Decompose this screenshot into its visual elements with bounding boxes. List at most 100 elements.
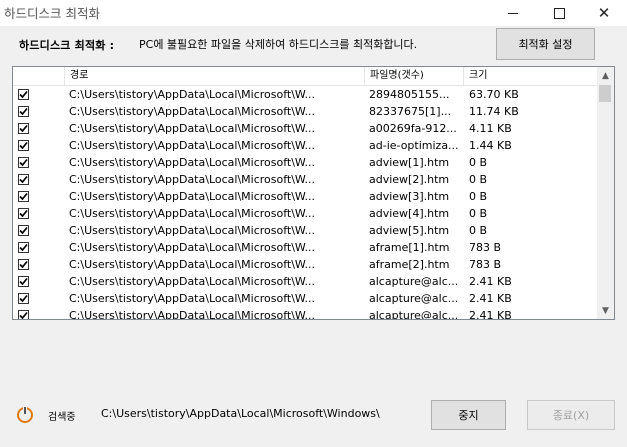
table-row[interactable]: C:\Users\tistory\AppData\Local\Microsoft… <box>13 205 597 222</box>
checkmark-icon <box>19 141 28 150</box>
row-filename: adview[4].htm <box>369 207 450 220</box>
row-path: C:\Users\tistory\AppData\Local\Microsoft… <box>69 190 316 203</box>
optimize-settings-button[interactable]: 최적화 설정 <box>496 28 595 60</box>
row-size: 63.70 KB <box>469 88 519 101</box>
minimize-button[interactable] <box>490 0 536 26</box>
row-checkbox[interactable] <box>18 310 29 319</box>
row-filename: adview[1].htm <box>369 156 450 169</box>
window-title: 하드디스크 최적화 <box>4 6 100 21</box>
row-path: C:\Users\tistory\AppData\Local\Microsoft… <box>69 224 316 237</box>
table-row[interactable]: C:\Users\tistory\AppData\Local\Microsoft… <box>13 307 597 320</box>
checkmark-icon <box>19 158 28 167</box>
row-filename: a00269fa-912... <box>369 122 457 135</box>
row-path: C:\Users\tistory\AppData\Local\Microsoft… <box>69 241 316 254</box>
checkmark-icon <box>19 243 28 252</box>
header-description: PC에 불필요한 파일을 삭제하여 하드디스크를 최적화합니다. <box>139 38 418 51</box>
checkmark-icon <box>19 226 28 235</box>
checkmark-icon <box>19 277 28 286</box>
row-size: 0 B <box>469 173 488 186</box>
row-checkbox[interactable] <box>18 276 29 287</box>
row-size: 783 B <box>469 258 502 271</box>
row-checkbox[interactable] <box>18 123 29 134</box>
maximize-button[interactable] <box>536 0 582 26</box>
status-path: C:\Users\tistory\AppData\Local\Microsoft… <box>101 407 380 420</box>
header-label: 하드디스크 최적화 : <box>19 39 115 52</box>
row-path: C:\Users\tistory\AppData\Local\Microsoft… <box>69 258 316 271</box>
row-size: 0 B <box>469 190 488 203</box>
row-checkbox[interactable] <box>18 293 29 304</box>
table-row[interactable]: C:\Users\tistory\AppData\Local\Microsoft… <box>13 103 597 120</box>
row-checkbox[interactable] <box>18 140 29 151</box>
table-row[interactable]: C:\Users\tistory\AppData\Local\Microsoft… <box>13 273 597 290</box>
row-size: 2.41 KB <box>469 292 512 305</box>
row-filename: 82337675[1]... <box>369 105 452 118</box>
row-checkbox[interactable] <box>18 106 29 117</box>
minimize-icon <box>508 12 518 14</box>
maximize-icon <box>553 7 565 19</box>
row-path: C:\Users\tistory\AppData\Local\Microsoft… <box>69 275 316 288</box>
row-path: C:\Users\tistory\AppData\Local\Microsoft… <box>69 122 316 135</box>
status-label: 검색중 <box>48 412 76 423</box>
row-path: C:\Users\tistory\AppData\Local\Microsoft… <box>69 88 316 101</box>
power-icon <box>17 406 33 423</box>
row-checkbox[interactable] <box>18 225 29 236</box>
table-row[interactable]: C:\Users\tistory\AppData\Local\Microsoft… <box>13 290 597 307</box>
row-filename: alcapture@alc... <box>369 292 459 305</box>
checkmark-icon <box>19 124 28 133</box>
table-row[interactable]: C:\Users\tistory\AppData\Local\Microsoft… <box>13 222 597 239</box>
list-rows: C:\Users\tistory\AppData\Local\Microsoft… <box>13 86 597 320</box>
row-path: C:\Users\tistory\AppData\Local\Microsoft… <box>69 105 316 118</box>
row-filename: aframe[1].htm <box>369 241 450 254</box>
checkmark-icon <box>19 209 28 218</box>
scroll-thumb[interactable] <box>599 85 611 102</box>
row-checkbox[interactable] <box>18 157 29 168</box>
exit-button[interactable]: 종료(X) <box>527 400 615 430</box>
row-size: 783 B <box>469 241 502 254</box>
table-row[interactable]: C:\Users\tistory\AppData\Local\Microsoft… <box>13 86 597 103</box>
table-row[interactable]: C:\Users\tistory\AppData\Local\Microsoft… <box>13 154 597 171</box>
table-row[interactable]: C:\Users\tistory\AppData\Local\Microsoft… <box>13 239 597 256</box>
checkmark-icon <box>19 294 28 303</box>
row-path: C:\Users\tistory\AppData\Local\Microsoft… <box>69 292 316 305</box>
table-row[interactable]: C:\Users\tistory\AppData\Local\Microsoft… <box>13 171 597 188</box>
checkmark-icon <box>19 311 28 319</box>
row-checkbox[interactable] <box>18 174 29 185</box>
vertical-scrollbar[interactable]: ▲ ▼ <box>597 67 614 319</box>
checkmark-icon <box>19 90 28 99</box>
close-button[interactable]: ✕ <box>581 0 627 26</box>
column-header-filename[interactable]: 파일명(갯수) <box>365 67 464 85</box>
checkmark-icon <box>19 175 28 184</box>
row-checkbox[interactable] <box>18 208 29 219</box>
title-bar: 하드디스크 최적화 ✕ <box>0 0 627 26</box>
row-filename: 2894805155... <box>369 88 450 101</box>
list-header: 경로 파일명(갯수) 크기 <box>13 67 597 86</box>
table-row[interactable]: C:\Users\tistory\AppData\Local\Microsoft… <box>13 137 597 154</box>
row-checkbox[interactable] <box>18 89 29 100</box>
row-checkbox[interactable] <box>18 191 29 202</box>
row-size: 0 B <box>469 207 488 220</box>
table-row[interactable]: C:\Users\tistory\AppData\Local\Microsoft… <box>13 188 597 205</box>
file-list[interactable]: 경로 파일명(갯수) 크기 C:\Users\tistory\AppData\L… <box>12 66 615 320</box>
checkmark-icon <box>19 107 28 116</box>
scroll-down-arrow-icon[interactable]: ▼ <box>597 302 614 319</box>
close-icon: ✕ <box>597 3 611 22</box>
row-checkbox[interactable] <box>18 259 29 270</box>
row-path: C:\Users\tistory\AppData\Local\Microsoft… <box>69 156 316 169</box>
table-row[interactable]: C:\Users\tistory\AppData\Local\Microsoft… <box>13 256 597 273</box>
stop-button[interactable]: 중지 <box>431 400 506 430</box>
row-filename: alcapture@alc... <box>369 309 459 320</box>
column-header-size[interactable]: 크기 <box>464 67 597 85</box>
row-size: 0 B <box>469 224 488 237</box>
column-header-path[interactable]: 경로 <box>65 67 365 85</box>
checkmark-icon <box>19 260 28 269</box>
row-checkbox[interactable] <box>18 242 29 253</box>
row-path: C:\Users\tistory\AppData\Local\Microsoft… <box>69 173 316 186</box>
scroll-up-arrow-icon[interactable]: ▲ <box>597 67 614 84</box>
row-size: 2.41 KB <box>469 275 512 288</box>
row-path: C:\Users\tistory\AppData\Local\Microsoft… <box>69 309 316 320</box>
checkmark-icon <box>19 192 28 201</box>
table-row[interactable]: C:\Users\tistory\AppData\Local\Microsoft… <box>13 120 597 137</box>
row-filename: alcapture@alc... <box>369 275 459 288</box>
column-header-check[interactable] <box>13 67 65 85</box>
row-size: 4.11 KB <box>469 122 512 135</box>
